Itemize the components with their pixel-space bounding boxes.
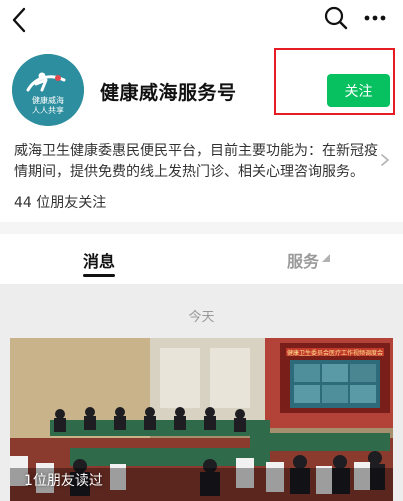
- chevron-right-icon[interactable]: [380, 153, 390, 167]
- more-icon[interactable]: [362, 8, 388, 28]
- avatar-text-line1: 健康威海: [32, 95, 64, 105]
- triangle-down-icon: [322, 254, 330, 262]
- back-icon[interactable]: [8, 6, 32, 34]
- article-card[interactable]: 健康卫生委员会医疗工作视频调度会 1位朋友读过: [10, 338, 393, 501]
- top-bar: [0, 0, 403, 40]
- tab-services[interactable]: 服务: [287, 248, 319, 272]
- search-icon[interactable]: [324, 6, 348, 30]
- avatar[interactable]: 健康威海 人人共享: [12, 54, 84, 126]
- date-separator: 今天: [188, 310, 215, 325]
- account-name: 健康威海服务号: [100, 82, 237, 104]
- follow-button[interactable]: 关注: [327, 74, 390, 107]
- message-feed: 今天 健康卫生委员会医疗工作视频调度会 1位朋友读过: [0, 284, 403, 501]
- followers-count[interactable]: 44 位朋友关注: [14, 192, 106, 212]
- tab-bar: 消息 服务: [0, 234, 403, 284]
- screen-banner-text: 健康卫生委员会医疗工作视频调度会: [287, 349, 383, 357]
- read-count: 1位朋友读过: [24, 473, 103, 489]
- section-divider: [0, 222, 403, 234]
- account-profile: 健康威海 人人共享 健康威海服务号 关注: [0, 46, 403, 138]
- account-description[interactable]: 威海卫生健康委惠民便民平台，目前主要功能为：在新冠疫情期间，提供免费的线上发热门…: [14, 141, 380, 183]
- health-logo-icon: 健康威海 人人共享: [12, 54, 84, 126]
- avatar-text-line2: 人人共享: [32, 105, 64, 115]
- active-tab-indicator: [83, 274, 115, 277]
- tab-messages[interactable]: 消息: [83, 248, 115, 272]
